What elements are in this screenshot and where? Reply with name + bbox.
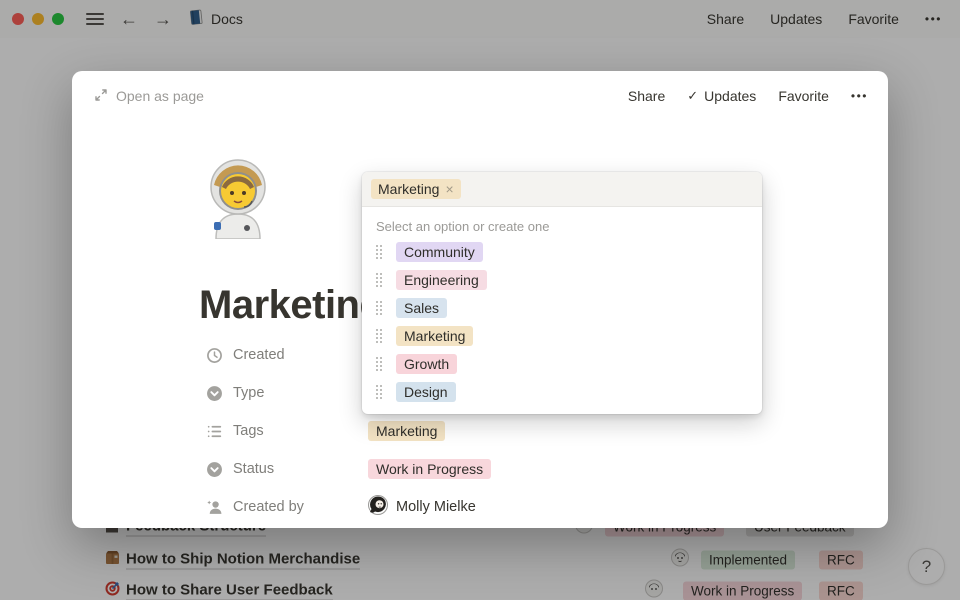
tag-option-marketing[interactable]: Marketing	[362, 322, 762, 350]
tag-option-sales[interactable]: Sales	[362, 294, 762, 322]
select-circle-icon	[206, 461, 223, 478]
property-status[interactable]: Status	[206, 450, 304, 488]
tag-chip[interactable]: Design	[396, 382, 456, 402]
open-as-page-label: Open as page	[116, 88, 204, 104]
tag-option-design[interactable]: Design	[362, 378, 762, 406]
property-label: Created	[233, 347, 285, 363]
status-chip-work-in-progress[interactable]: Work in Progress	[368, 459, 491, 479]
tag-option-engineering[interactable]: Engineering	[362, 266, 762, 294]
drag-handle-icon[interactable]	[376, 301, 383, 316]
property-created-by[interactable]: Created by	[206, 488, 304, 526]
molly-avatar	[368, 495, 388, 519]
page-icon-woman-astronaut[interactable]	[206, 157, 270, 244]
tag-option-community[interactable]: Community	[362, 238, 762, 266]
bulleted-list-icon	[206, 423, 223, 440]
modal-header: Open as page Share ✓ Updates Favorite ••…	[72, 71, 888, 121]
property-label: Type	[233, 385, 264, 401]
select-circle-icon	[206, 385, 223, 402]
created-by-name: Molly Mielke	[396, 499, 476, 515]
property-type[interactable]: Type	[206, 374, 304, 412]
property-label: Tags	[233, 423, 264, 439]
tag-picker-input[interactable]: Marketing ×	[362, 172, 762, 207]
drag-handle-icon[interactable]	[376, 245, 383, 260]
property-label: Created by	[233, 499, 304, 515]
tag-chip[interactable]: Growth	[396, 354, 457, 374]
page-title[interactable]: Marketing	[199, 283, 383, 328]
open-as-page-button[interactable]: Open as page	[94, 88, 204, 105]
drag-handle-icon[interactable]	[376, 329, 383, 344]
tag-chip[interactable]: Community	[396, 242, 483, 262]
drag-handle-icon[interactable]	[376, 385, 383, 400]
modal-more-button[interactable]: •••	[851, 89, 868, 103]
modal-favorite-button[interactable]: Favorite	[778, 88, 829, 104]
expand-diagonal-icon	[94, 88, 108, 105]
property-labels: Created Type Tags Status Created by	[206, 336, 304, 526]
tags-value[interactable]: Marketing	[368, 412, 491, 450]
property-created[interactable]: Created	[206, 336, 304, 374]
drag-handle-icon[interactable]	[376, 273, 383, 288]
selected-tag-chip[interactable]: Marketing ×	[371, 179, 461, 199]
property-label: Status	[233, 461, 274, 477]
tag-chip[interactable]: Engineering	[396, 270, 487, 290]
tag-chip-marketing[interactable]: Marketing	[368, 421, 445, 441]
tag-chip[interactable]: Sales	[396, 298, 447, 318]
selected-tag-label: Marketing	[378, 181, 439, 197]
created-by-value[interactable]: Molly Mielke	[368, 488, 491, 526]
tag-picker-hint: Select an option or create one	[376, 219, 748, 234]
drag-handle-icon[interactable]	[376, 357, 383, 372]
tag-option-growth[interactable]: Growth	[362, 350, 762, 378]
modal-share-button[interactable]: Share	[628, 88, 665, 104]
clock-icon	[206, 347, 223, 364]
property-tags[interactable]: Tags	[206, 412, 304, 450]
page-preview-modal: Open as page Share ✓ Updates Favorite ••…	[72, 71, 888, 528]
person-icon	[206, 499, 223, 516]
remove-tag-icon[interactable]: ×	[445, 182, 453, 196]
modal-updates-button[interactable]: ✓ Updates	[687, 88, 756, 104]
tag-picker-dropdown: Marketing × Select an option or create o…	[362, 172, 762, 414]
tag-chip[interactable]: Marketing	[396, 326, 473, 346]
status-value[interactable]: Work in Progress	[368, 450, 491, 488]
modal-updates-label: Updates	[704, 88, 756, 104]
check-icon: ✓	[687, 88, 698, 104]
